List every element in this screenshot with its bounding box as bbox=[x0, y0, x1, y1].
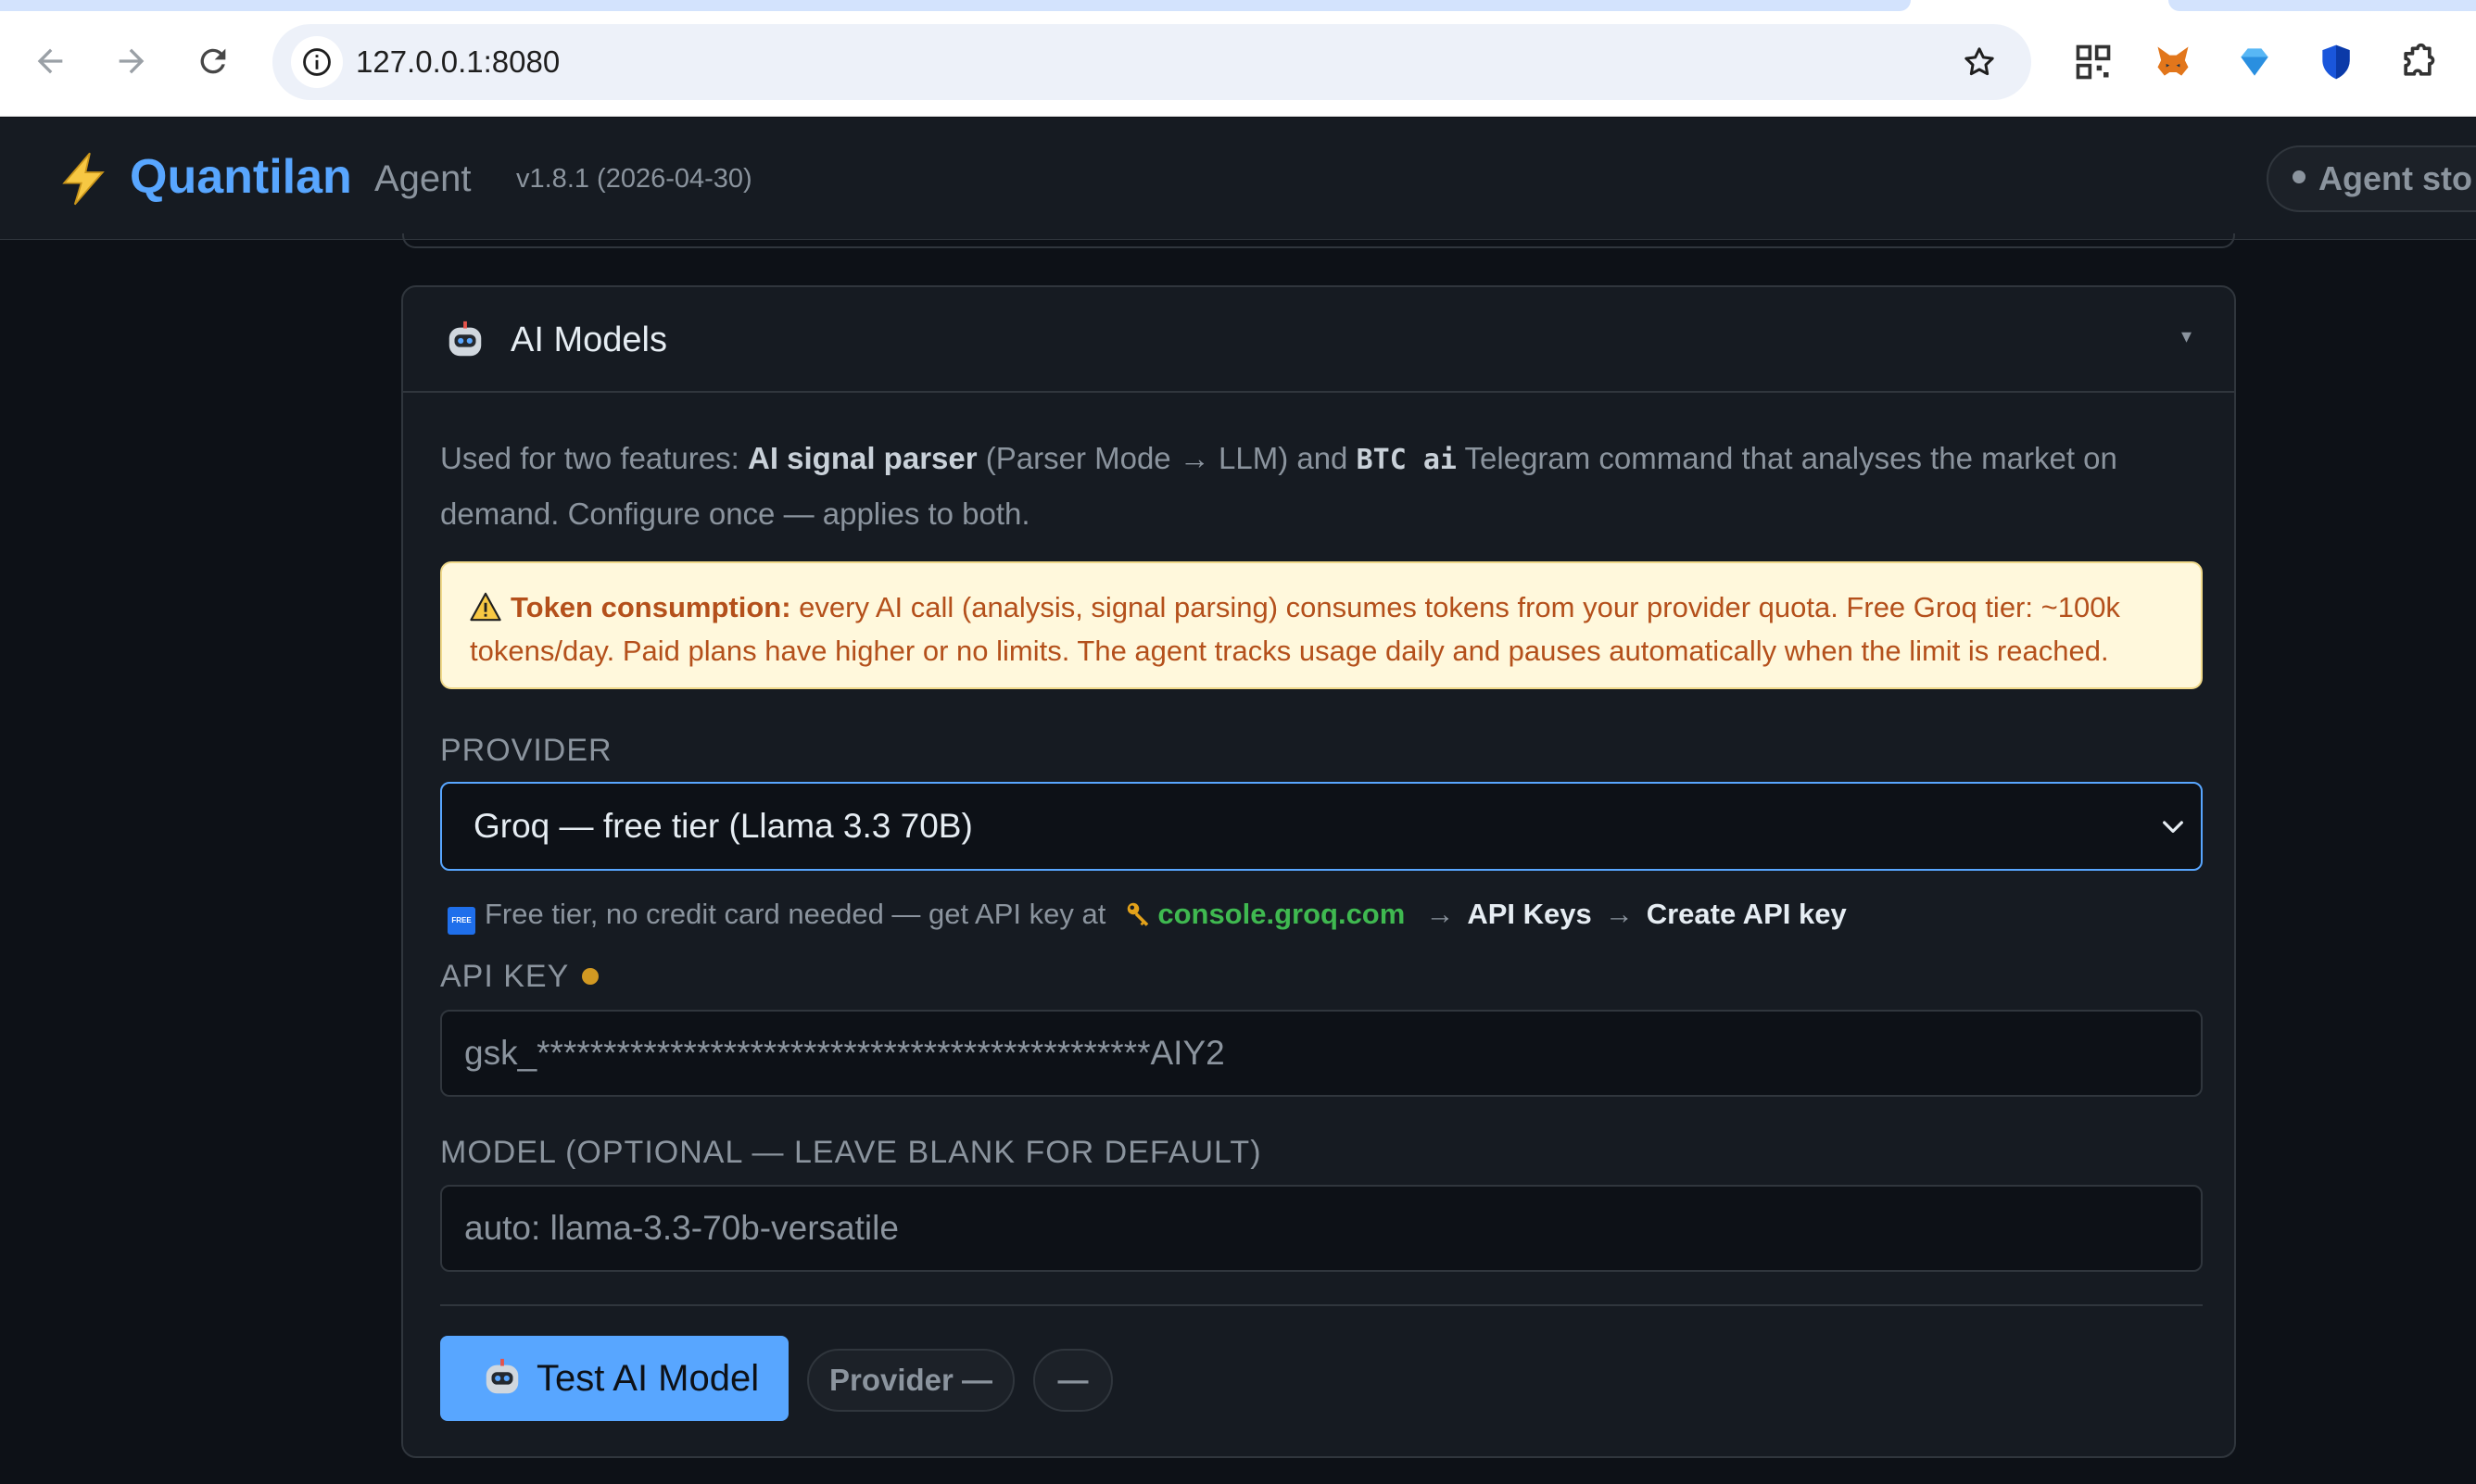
ai-models-card: AI Models ▾ Used for two features: AI si… bbox=[401, 285, 2236, 1458]
provider-select[interactable]: Groq — free tier (Llama 3.3 70B) bbox=[440, 782, 2203, 871]
brand-name: Quantilan bbox=[130, 150, 352, 204]
console-groq-link[interactable]: console.groq.com bbox=[1157, 898, 1405, 930]
extensions-puzzle-icon bbox=[2404, 43, 2435, 76]
extensions-button[interactable] bbox=[2393, 37, 2443, 87]
forward-button[interactable] bbox=[106, 35, 158, 87]
command-code: BTC ai bbox=[1356, 444, 1457, 476]
api-key-input[interactable]: gsk_************************************… bbox=[440, 1010, 2203, 1097]
robot-icon bbox=[448, 321, 482, 357]
tab-edge[interactable] bbox=[2168, 0, 2476, 11]
tab-strip bbox=[0, 0, 2476, 11]
provider-selected-value: Groq — free tier (Llama 3.3 70B) bbox=[474, 807, 973, 845]
version-label: v1.8.1 (2026-04-30) bbox=[516, 164, 752, 194]
lightning-bolt-icon bbox=[62, 152, 105, 206]
site-info-icon bbox=[303, 48, 331, 76]
agent-status-pill[interactable]: Agent sto bbox=[2267, 145, 2476, 212]
feature-ai-signal-parser: AI signal parser bbox=[747, 441, 978, 475]
url-text[interactable]: 127.0.0.1:8080 bbox=[356, 24, 560, 100]
key-icon bbox=[1128, 902, 1149, 926]
hint-step-create-key: Create API key bbox=[1646, 898, 1847, 930]
warning-title: Token consumption: bbox=[511, 591, 791, 623]
address-bar[interactable]: 127.0.0.1:8080 bbox=[272, 24, 2031, 100]
model-label-note: (OPTIONAL — LEAVE BLANK FOR DEFAULT) bbox=[555, 1135, 1262, 1170]
previous-card-edge bbox=[402, 233, 2235, 248]
hint-text: Free tier, no credit card needed — get A… bbox=[485, 898, 1106, 930]
divider bbox=[440, 1304, 2203, 1306]
qr-extension-icon bbox=[2076, 44, 2111, 80]
hint-arrow-2: → bbox=[1604, 898, 1634, 930]
diamond-extension-icon bbox=[2241, 48, 2268, 76]
provider-label: PROVIDER bbox=[440, 733, 613, 768]
model-input[interactable]: auto: llama-3.3-70b-versatile bbox=[440, 1185, 2203, 1272]
status-dot bbox=[2293, 170, 2305, 184]
chevron-down-icon bbox=[2163, 821, 2183, 833]
model-status-pill: — bbox=[1033, 1349, 1113, 1412]
forward-icon bbox=[119, 48, 145, 74]
reload-icon bbox=[200, 48, 226, 74]
active-tab-edge[interactable] bbox=[0, 0, 1911, 11]
hint-step-api-keys: API Keys bbox=[1467, 898, 1592, 930]
back-icon bbox=[37, 48, 63, 74]
test-button-label: Test AI Model bbox=[537, 1358, 760, 1399]
site-info-button[interactable] bbox=[291, 36, 343, 88]
bookmark-button[interactable] bbox=[1957, 40, 2002, 84]
free-badge-icon: FREE bbox=[448, 907, 475, 935]
diamond-extension-button[interactable] bbox=[2230, 37, 2280, 87]
brand-subtitle: Agent bbox=[374, 158, 472, 199]
robot-icon bbox=[486, 1358, 519, 1394]
token-consumption-warning: Token consumption: every AI call (analys… bbox=[440, 561, 2203, 689]
qr-extension-button[interactable] bbox=[2068, 37, 2118, 87]
card-title: AI Models bbox=[511, 321, 667, 359]
shield-extension-icon bbox=[2322, 44, 2350, 80]
metamask-extension-button[interactable] bbox=[2148, 37, 2198, 87]
metamask-fox-icon bbox=[2157, 46, 2189, 76]
warning-icon bbox=[470, 592, 501, 622]
reload-button[interactable] bbox=[187, 35, 239, 87]
card-header[interactable]: AI Models ▾ bbox=[403, 287, 2234, 393]
api-key-status-dot bbox=[582, 968, 600, 985]
provider-status-pill: Provider — bbox=[807, 1349, 1015, 1412]
model-label: MODEL (OPTIONAL — LEAVE BLANK FOR DEFAUL… bbox=[440, 1135, 1262, 1170]
api-key-label: API KEY bbox=[440, 956, 600, 997]
back-button[interactable] bbox=[24, 35, 76, 87]
card-description: Used for two features: AI signal parser … bbox=[440, 441, 2117, 531]
agent-status-text: Agent sto bbox=[2318, 159, 2472, 197]
hint-arrow-1: → bbox=[1425, 898, 1455, 930]
bookmark-star-icon bbox=[1964, 47, 1994, 76]
shield-extension-button[interactable] bbox=[2311, 37, 2361, 87]
collapse-caret-icon[interactable]: ▾ bbox=[2181, 324, 2192, 348]
browser-toolbar: 127.0.0.1:8080 bbox=[0, 11, 2476, 117]
test-ai-model-button[interactable]: Test AI Model bbox=[440, 1336, 789, 1421]
provider-hint: FREE Free tier, no credit card needed — g… bbox=[440, 893, 1847, 936]
app-header: Quantilan Agent v1.8.1 (2026-04-30) Agen… bbox=[0, 118, 2476, 240]
